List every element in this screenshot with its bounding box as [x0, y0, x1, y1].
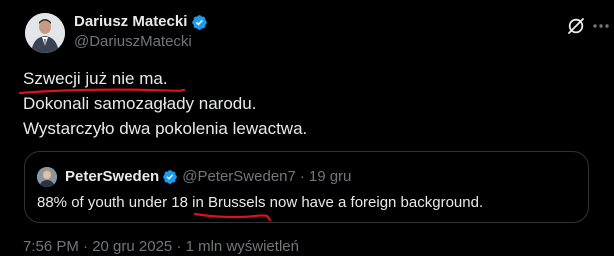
- red-underline-annotation: [18, 88, 186, 95]
- post-timestamp-footer: 7:56 PM · 20 gru 2025 · 1 mln wyświetleń: [23, 238, 299, 255]
- quoted-author-avatar: [37, 167, 57, 187]
- author-handle[interactable]: @DariuszMatecki: [74, 33, 192, 51]
- quoted-timestamp: 19 gru: [308, 168, 352, 185]
- author-avatar[interactable]: [25, 13, 65, 53]
- profile-photo: [25, 13, 65, 53]
- quoted-tweet[interactable]: PeterSweden @PeterSweden7 · 19 gru 88% o…: [24, 151, 589, 223]
- tweet: Dariusz Matecki @DariuszMatecki Szwecji …: [0, 0, 614, 255]
- grok-button[interactable]: [564, 14, 588, 38]
- more-options-button[interactable]: [590, 14, 612, 38]
- quoted-author-handle: @PeterSweden7: [182, 168, 296, 185]
- verified-badge-icon: [163, 169, 178, 184]
- red-underline-annotation: [193, 212, 272, 222]
- verified-badge-icon: [192, 14, 208, 30]
- more-options-icon: [593, 24, 609, 28]
- tweet-text-line: Wystarczyło dwa pokolenia lewactwa.: [23, 119, 308, 138]
- separator-dot: ·: [299, 168, 305, 185]
- grok-icon: [568, 18, 584, 34]
- author-name[interactable]: Dariusz Matecki: [74, 13, 187, 31]
- profile-photo: [37, 167, 57, 187]
- quoted-author-name: PeterSweden: [65, 168, 160, 185]
- tweet-text: Szwecji już nie ma. Dokonali samozagłady…: [23, 66, 593, 141]
